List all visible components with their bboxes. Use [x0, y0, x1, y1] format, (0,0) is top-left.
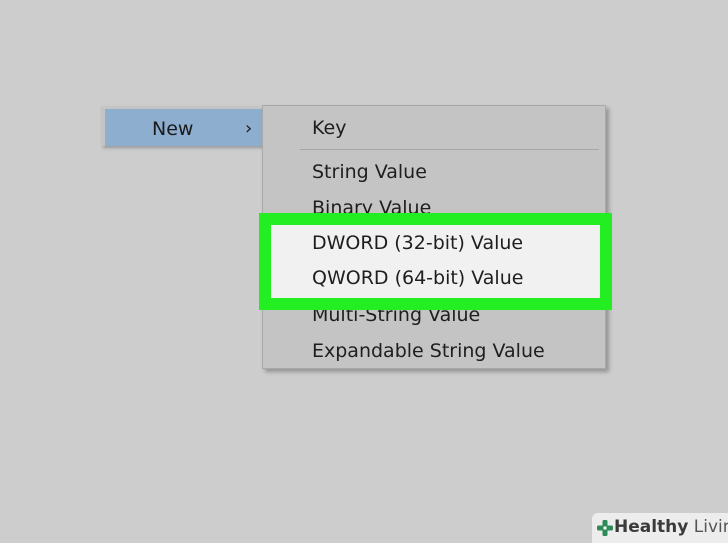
- menu-item-qword-value[interactable]: QWORD (64-bit) Value: [312, 263, 523, 293]
- menu-item-dword-value[interactable]: DWORD (32-bit) Value: [312, 228, 523, 258]
- chevron-right-icon: ›: [245, 118, 253, 139]
- menu-item-new[interactable]: New ›: [105, 109, 263, 146]
- highlight-box: DWORD (32-bit) Value QWORD (64-bit) Valu…: [259, 213, 612, 310]
- plus-cross-icon: [597, 520, 613, 536]
- menu-item-string-value[interactable]: String Value: [312, 157, 599, 187]
- watermark-brand-bold: Healthy: [614, 517, 689, 537]
- menu-item-key[interactable]: Key: [312, 113, 599, 143]
- context-menu: New ›: [101, 106, 263, 146]
- menu-item-new-label: New: [152, 118, 194, 140]
- watermark-text: Healthy Living: [614, 517, 728, 537]
- watermark: Healthy Living: [592, 513, 728, 543]
- watermark-brand-light: Living: [693, 517, 728, 537]
- menu-item-expandable-string-value[interactable]: Expandable String Value: [312, 336, 599, 366]
- menu-divider: [300, 149, 599, 150]
